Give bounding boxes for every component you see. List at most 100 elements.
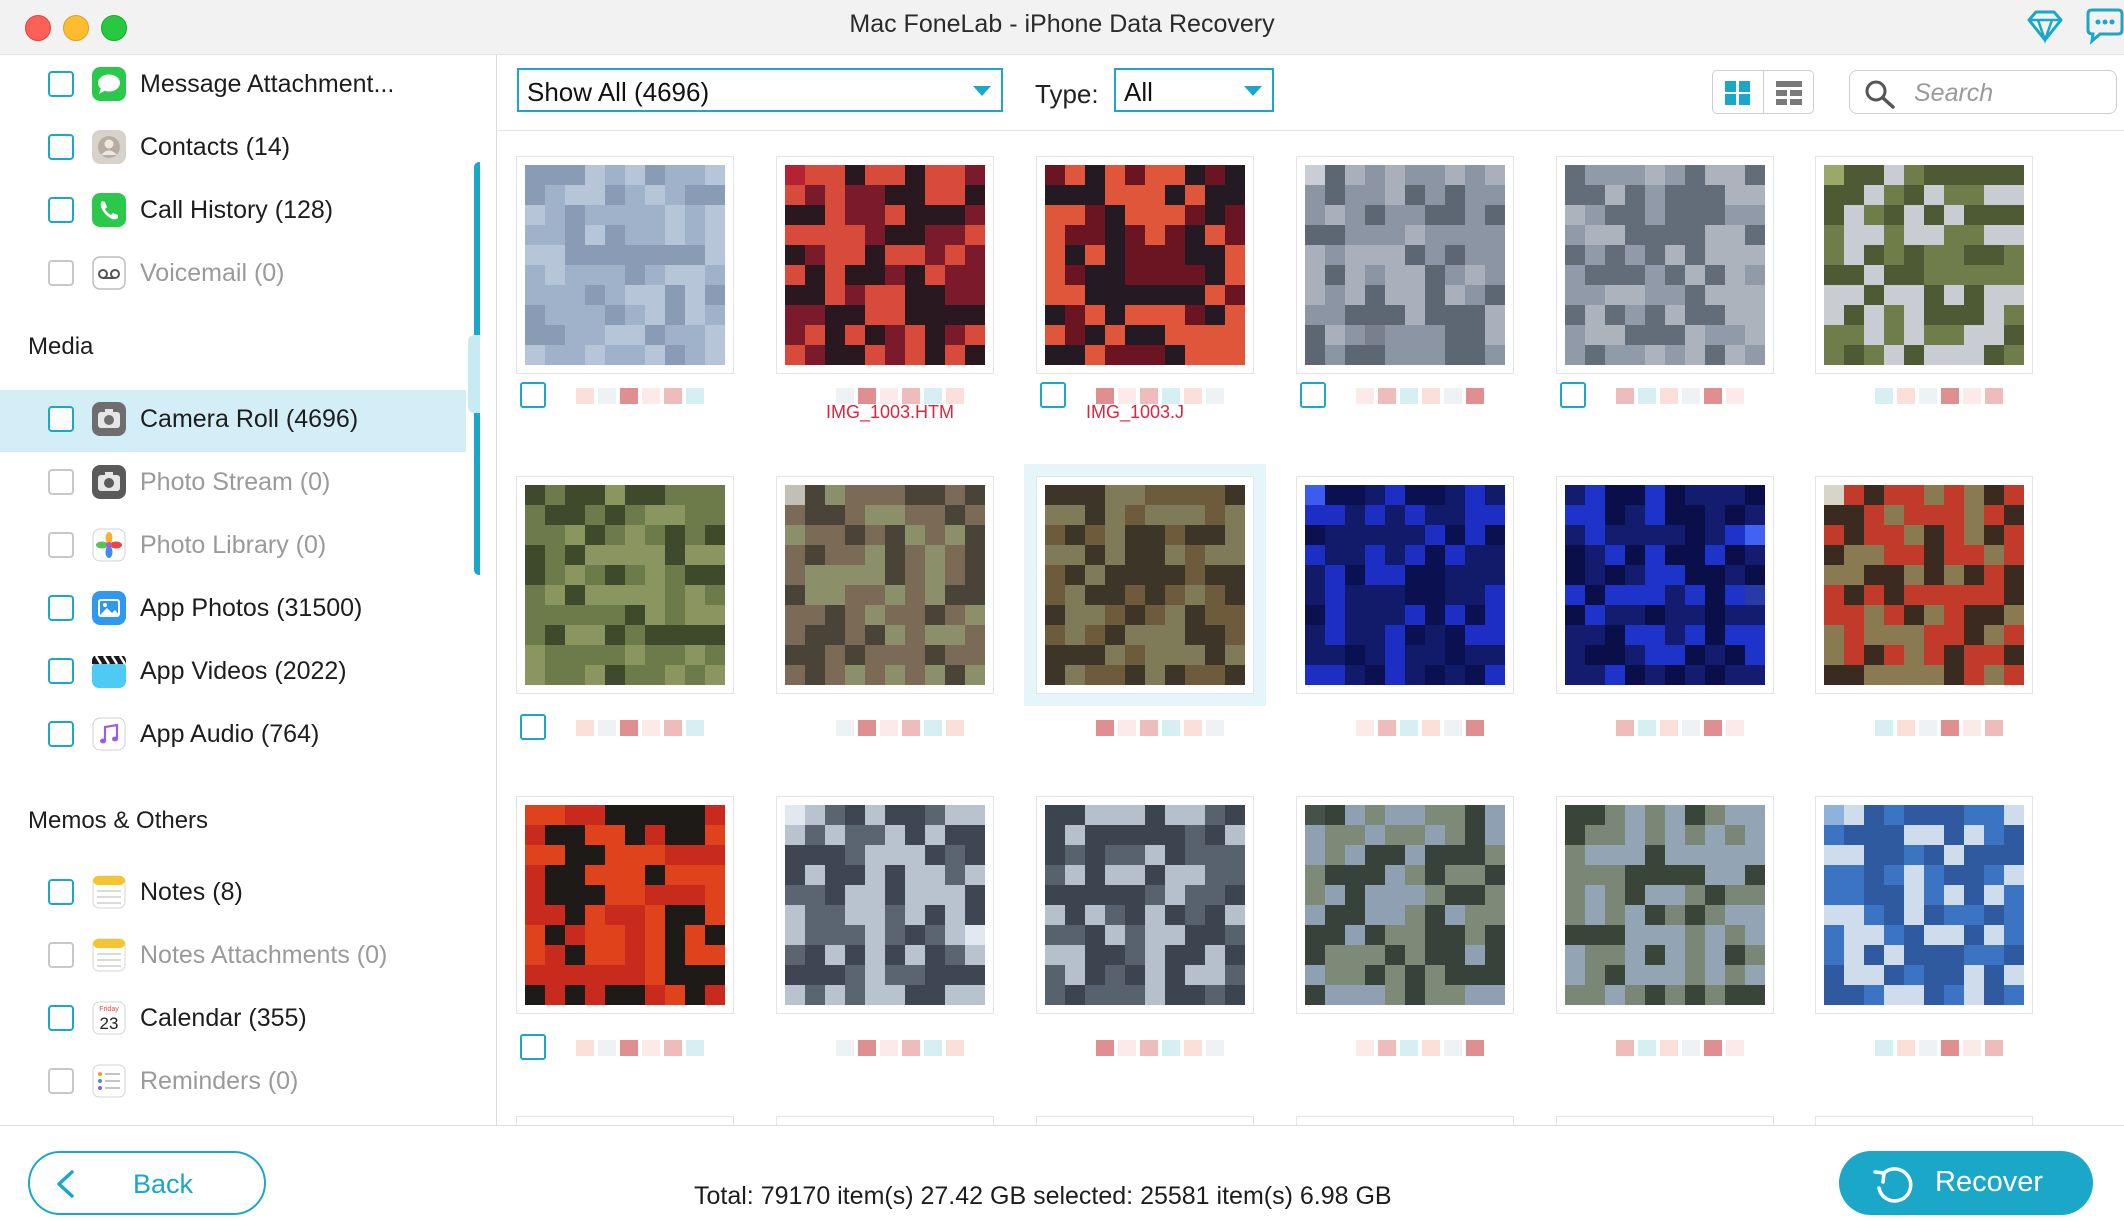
- category-checkbox[interactable]: [48, 197, 74, 223]
- photo-thumbnail[interactable]: [776, 476, 994, 694]
- photo-checkbox[interactable]: [520, 1034, 546, 1060]
- photo-pixel: [1884, 585, 1904, 605]
- feedback-chat-icon[interactable]: [2082, 6, 2124, 46]
- caption-blur: [1356, 720, 1374, 736]
- category-checkbox[interactable]: [48, 406, 74, 432]
- photo-thumbnail[interactable]: [1815, 156, 2033, 374]
- photo-thumbnail[interactable]: [1036, 796, 1254, 1014]
- photo-pixel: [925, 605, 945, 625]
- photo-pixel: [1924, 925, 1944, 945]
- category-checkbox[interactable]: [48, 879, 74, 905]
- grid-view-icon[interactable]: [1724, 80, 1752, 106]
- search-field[interactable]: Search: [1849, 70, 2117, 114]
- photo-thumbnail[interactable]: [1296, 156, 1514, 374]
- photo-pixel: [1185, 665, 1205, 685]
- show-filter-dropdown[interactable]: Show All (4696): [517, 68, 1003, 112]
- category-checkbox[interactable]: [48, 1005, 74, 1031]
- photo-pixel: [525, 845, 545, 865]
- photo-pixel: [1165, 985, 1185, 1005]
- photo-pixel: [1085, 345, 1105, 365]
- sidebar-item-app-videos[interactable]: App Videos (2022): [0, 642, 466, 704]
- category-checkbox[interactable]: [48, 71, 74, 97]
- type-filter-value: All: [1124, 77, 1153, 107]
- photo-pixel: [1625, 485, 1645, 505]
- photo-pixel: [545, 905, 565, 925]
- category-checkbox[interactable]: [48, 721, 74, 747]
- photo-thumbnail[interactable]: [776, 796, 994, 1014]
- photo-pixel: [1325, 925, 1345, 945]
- photo-pixel: [625, 265, 645, 285]
- photo-pixel: [1205, 865, 1225, 885]
- photo-thumbnail[interactable]: [516, 156, 734, 374]
- photo-pixel: [1325, 545, 1345, 565]
- category-checkbox[interactable]: [48, 595, 74, 621]
- photo-pixel: [585, 645, 605, 665]
- photo-thumbnail[interactable]: [1815, 476, 2033, 694]
- photo-pixel: [1884, 225, 1904, 245]
- photo-pixel: [805, 265, 825, 285]
- photo-pixel: [1605, 925, 1625, 945]
- photo-pixel: [1445, 345, 1465, 365]
- photo-pixel: [585, 505, 605, 525]
- photo-caption: [1556, 382, 1774, 428]
- recover-button[interactable]: Recover: [1839, 1151, 2093, 1215]
- photo-checkbox[interactable]: [1560, 382, 1586, 408]
- type-filter-dropdown[interactable]: All: [1114, 68, 1274, 112]
- photo-thumbnail[interactable]: [1296, 796, 1514, 1014]
- photo-thumbnail[interactable]: [1036, 476, 1254, 694]
- photo-pixel: [1745, 885, 1765, 905]
- photo-pixel: [1365, 905, 1385, 925]
- photo-preview: [1045, 165, 1245, 365]
- photo-pixel: [1725, 965, 1745, 985]
- photo-thumbnail[interactable]: [1556, 476, 1774, 694]
- photo-checkbox[interactable]: [520, 382, 546, 408]
- photo-thumbnail[interactable]: [1556, 156, 1774, 374]
- sidebar-item-contacts[interactable]: Contacts (14): [0, 118, 466, 180]
- sidebar-item-notes[interactable]: Notes (8): [0, 863, 466, 925]
- photo-thumbnail[interactable]: [516, 476, 734, 694]
- photo-pixel: [605, 605, 625, 625]
- sidebar-item-calendar[interactable]: Friday 23 Calendar (355): [0, 989, 466, 1051]
- photo-pixel: [1864, 565, 1884, 585]
- photo-checkbox[interactable]: [520, 714, 546, 740]
- sidebar-item-call-history[interactable]: Call History (128): [0, 181, 466, 243]
- sidebar-resize-handle[interactable]: [468, 335, 480, 413]
- voicemail-icon: [92, 256, 126, 290]
- back-button[interactable]: Back: [28, 1151, 266, 1215]
- photo-checkbox[interactable]: [1300, 382, 1326, 408]
- photo-pixel: [525, 305, 545, 325]
- sidebar-item-camera-roll[interactable]: Camera Roll (4696): [0, 390, 466, 452]
- category-checkbox[interactable]: [48, 658, 74, 684]
- photo-pixel: [2004, 305, 2024, 325]
- photo-pixel: [925, 805, 945, 825]
- photo-pixel: [1685, 905, 1705, 925]
- photo-pixel: [1165, 565, 1185, 585]
- caption-blur: [1941, 1040, 1959, 1056]
- photo-thumbnail[interactable]: [1556, 796, 1774, 1014]
- diamond-icon[interactable]: [2024, 6, 2066, 46]
- sidebar-item-app-photos[interactable]: App Photos (31500): [0, 579, 466, 641]
- photo-thumbnail[interactable]: [1036, 156, 1254, 374]
- photo-thumbnail[interactable]: [1815, 796, 2033, 1014]
- photo-pixel: [585, 525, 605, 545]
- caption-blur: [598, 720, 616, 736]
- photo-pixel: [1105, 345, 1125, 365]
- photo-thumbnail[interactable]: [776, 156, 994, 374]
- photo-pixel: [1924, 825, 1944, 845]
- photo-pixel: [1904, 225, 1924, 245]
- sidebar-item-message-attachments[interactable]: Message Attachment...: [0, 55, 466, 117]
- category-checkbox[interactable]: [48, 134, 74, 160]
- photo-pixel: [1045, 325, 1065, 345]
- sidebar-item-app-audio[interactable]: App Audio (764): [0, 705, 466, 767]
- list-view-icon[interactable]: [1775, 80, 1803, 106]
- photo-thumbnail[interactable]: [1296, 476, 1514, 694]
- photo-pixel: [1485, 985, 1505, 1005]
- photo-pixel: [645, 265, 665, 285]
- photo-pixel: [805, 345, 825, 365]
- photo-pixel: [925, 325, 945, 345]
- photo-checkbox[interactable]: [1040, 382, 1066, 408]
- photo-pixel: [885, 825, 905, 845]
- photo-pixel: [1125, 965, 1145, 985]
- photo-pixel: [925, 185, 945, 205]
- photo-thumbnail[interactable]: [516, 796, 734, 1014]
